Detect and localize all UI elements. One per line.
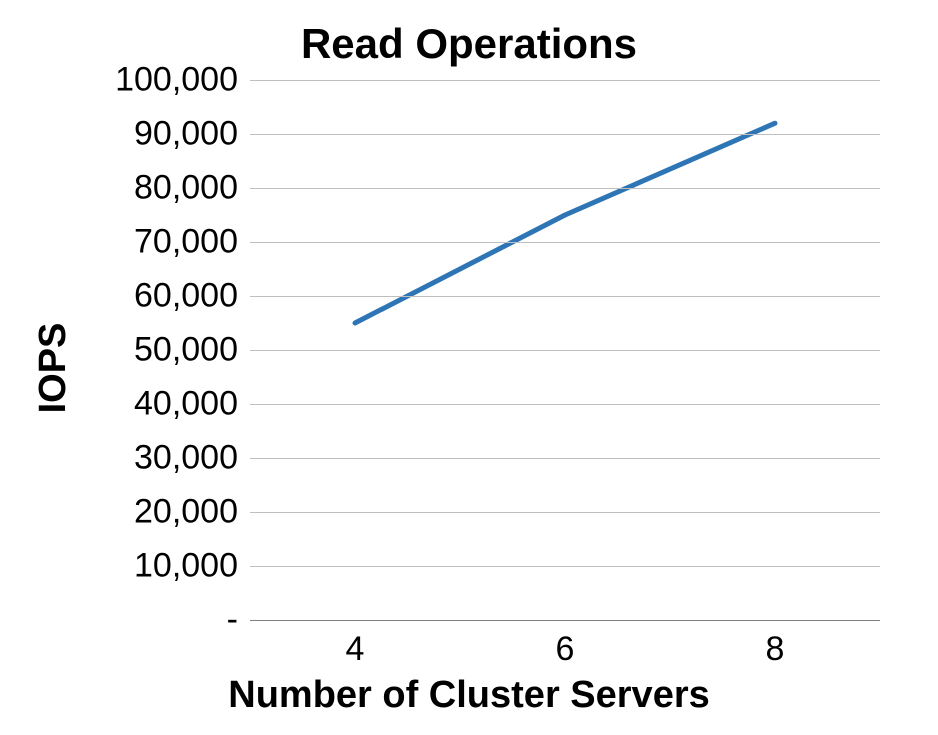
- gridline: [250, 620, 880, 621]
- gridline: [250, 80, 880, 81]
- y-tick-label: -: [88, 601, 238, 640]
- y-tick-label: 40,000: [88, 385, 238, 424]
- gridline: [250, 296, 880, 297]
- y-tick-label: 90,000: [88, 115, 238, 154]
- gridline: [250, 404, 880, 405]
- gridline: [250, 566, 880, 567]
- y-tick-label: 30,000: [88, 439, 238, 478]
- gridline: [250, 458, 880, 459]
- y-tick-label: 60,000: [88, 277, 238, 316]
- y-tick-label: 50,000: [88, 331, 238, 370]
- y-tick-label: 10,000: [88, 547, 238, 586]
- y-tick-label: 80,000: [88, 169, 238, 208]
- x-tick-label: 6: [556, 630, 575, 669]
- x-tick-label: 4: [346, 630, 365, 669]
- gridline: [250, 242, 880, 243]
- y-tick-label: 20,000: [88, 493, 238, 532]
- y-axis-title: IOPS: [32, 322, 75, 413]
- gridline: [250, 512, 880, 513]
- x-axis-title: Number of Cluster Servers: [0, 674, 938, 717]
- gridline: [250, 350, 880, 351]
- x-tick-label: 8: [766, 630, 785, 669]
- gridline: [250, 188, 880, 189]
- y-tick-label: 70,000: [88, 223, 238, 262]
- gridline: [250, 134, 880, 135]
- y-tick-label: 100,000: [88, 61, 238, 100]
- plot-area: -10,00020,00030,00040,00050,00060,00070,…: [250, 80, 880, 620]
- chart-container: Read Operations IOPS Number of Cluster S…: [0, 0, 938, 735]
